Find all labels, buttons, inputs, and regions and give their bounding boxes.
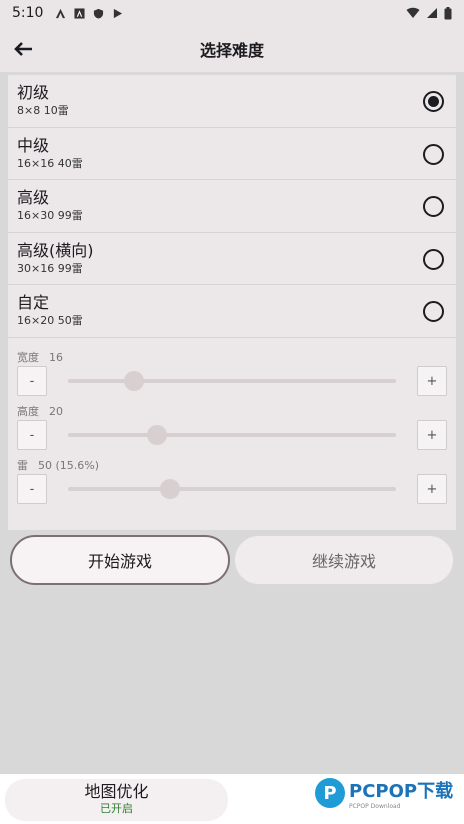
difficulty-desc: 16×30 99雷 [17, 209, 83, 222]
difficulty-name: 高级(横向) [17, 240, 94, 260]
watermark-sub: PCPOP Download [349, 802, 401, 810]
height-decrease-button[interactable]: - [17, 420, 47, 450]
app-bar: 选择难度 [0, 26, 464, 72]
difficulty-option-custom[interactable]: 自定 16×20 50雷 [8, 285, 456, 338]
height-label-text: 高度 [17, 405, 39, 418]
notification-icons [55, 7, 123, 19]
difficulty-desc: 16×20 50雷 [17, 314, 83, 327]
height-slider-thumb[interactable] [146, 425, 167, 445]
watermark: P PCPOP下载 PCPOP Download [315, 776, 453, 810]
battery-icon [444, 6, 452, 19]
back-button[interactable] [10, 36, 36, 62]
system-icons [406, 6, 452, 20]
height-slider-row: 高度 20 - + [8, 394, 456, 450]
pcpop-logo-icon: P [315, 778, 345, 808]
difficulty-panel: 初级 8×8 10雷 中级 16×16 40雷 高级 16×30 99雷 高级(… [8, 75, 456, 530]
map-optimization-title: 地图优化 [84, 782, 149, 801]
status-bar: 5:10 [0, 0, 464, 26]
width-slider[interactable] [68, 371, 396, 391]
difficulty-desc: 16×16 40雷 [17, 156, 83, 170]
radio-button[interactable] [423, 248, 444, 270]
radio-button[interactable] [423, 91, 444, 112]
app-a-box-icon [74, 7, 85, 19]
difficulty-option-expert[interactable]: 高级 16×30 99雷 [8, 180, 456, 233]
mines-value: 50 (15.6%) [38, 459, 100, 472]
mines-label: 雷 50 (15.6%) [17, 457, 109, 473]
difficulty-name: 自定 [17, 293, 50, 312]
difficulty-name: 中级 [17, 135, 50, 155]
height-increase-button[interactable]: + [417, 420, 447, 450]
height-value: 20 [49, 405, 63, 418]
width-slider-thumb[interactable] [123, 371, 144, 391]
page-title: 选择难度 [199, 41, 264, 60]
difficulty-option-expert-landscape[interactable]: 高级(横向) 30×16 99雷 [8, 233, 456, 285]
map-optimization-status: 已开启 [100, 802, 133, 815]
width-increase-button[interactable]: + [417, 366, 447, 396]
watermark-brand: PCPOP下载 [349, 780, 454, 802]
mines-slider-thumb[interactable] [159, 479, 180, 499]
play-store-icon [114, 8, 123, 18]
width-decrease-button[interactable]: - [17, 366, 47, 396]
difficulty-name: 高级 [17, 188, 50, 207]
watermark-text: PCPOP下载 PCPOP Download [349, 777, 453, 810]
radio-button[interactable] [423, 196, 444, 217]
difficulty-desc: 8×8 10雷 [17, 104, 69, 117]
width-slider-row: 宽度 16 - + [8, 340, 456, 396]
height-label: 高度 20 [17, 403, 73, 419]
status-time: 5:10 [12, 5, 44, 21]
radio-button[interactable] [423, 143, 444, 165]
signal-icon [427, 8, 437, 18]
app-a-icon [56, 8, 66, 18]
difficulty-desc: 30×16 99雷 [17, 261, 83, 275]
difficulty-option-intermediate[interactable]: 中级 16×16 40雷 [8, 128, 456, 180]
custom-sliders: 宽度 16 - + 高度 20 - + 雷 50 (15.6%) - + [8, 340, 456, 504]
mines-increase-button[interactable]: + [417, 474, 447, 504]
wifi-icon [406, 7, 420, 18]
map-optimization-button[interactable]: 地图优化 已开启 [5, 779, 228, 821]
mines-decrease-button[interactable]: - [17, 474, 47, 504]
shield-icon [94, 8, 104, 19]
arrow-left-icon [14, 42, 32, 56]
width-value: 16 [49, 351, 63, 364]
difficulty-option-beginner[interactable]: 初级 8×8 10雷 [8, 75, 456, 128]
mines-slider[interactable] [68, 479, 396, 499]
width-label: 宽度 16 [17, 349, 73, 365]
height-slider[interactable] [68, 425, 396, 445]
mines-label-text: 雷 [17, 459, 28, 472]
mines-slider-row: 雷 50 (15.6%) - + [8, 448, 456, 504]
start-game-button[interactable]: 开始游戏 [10, 535, 230, 585]
continue-game-button[interactable]: 继续游戏 [234, 535, 454, 585]
width-label-text: 宽度 [17, 351, 39, 364]
radio-button[interactable] [423, 301, 444, 322]
difficulty-name: 初级 [17, 83, 50, 102]
